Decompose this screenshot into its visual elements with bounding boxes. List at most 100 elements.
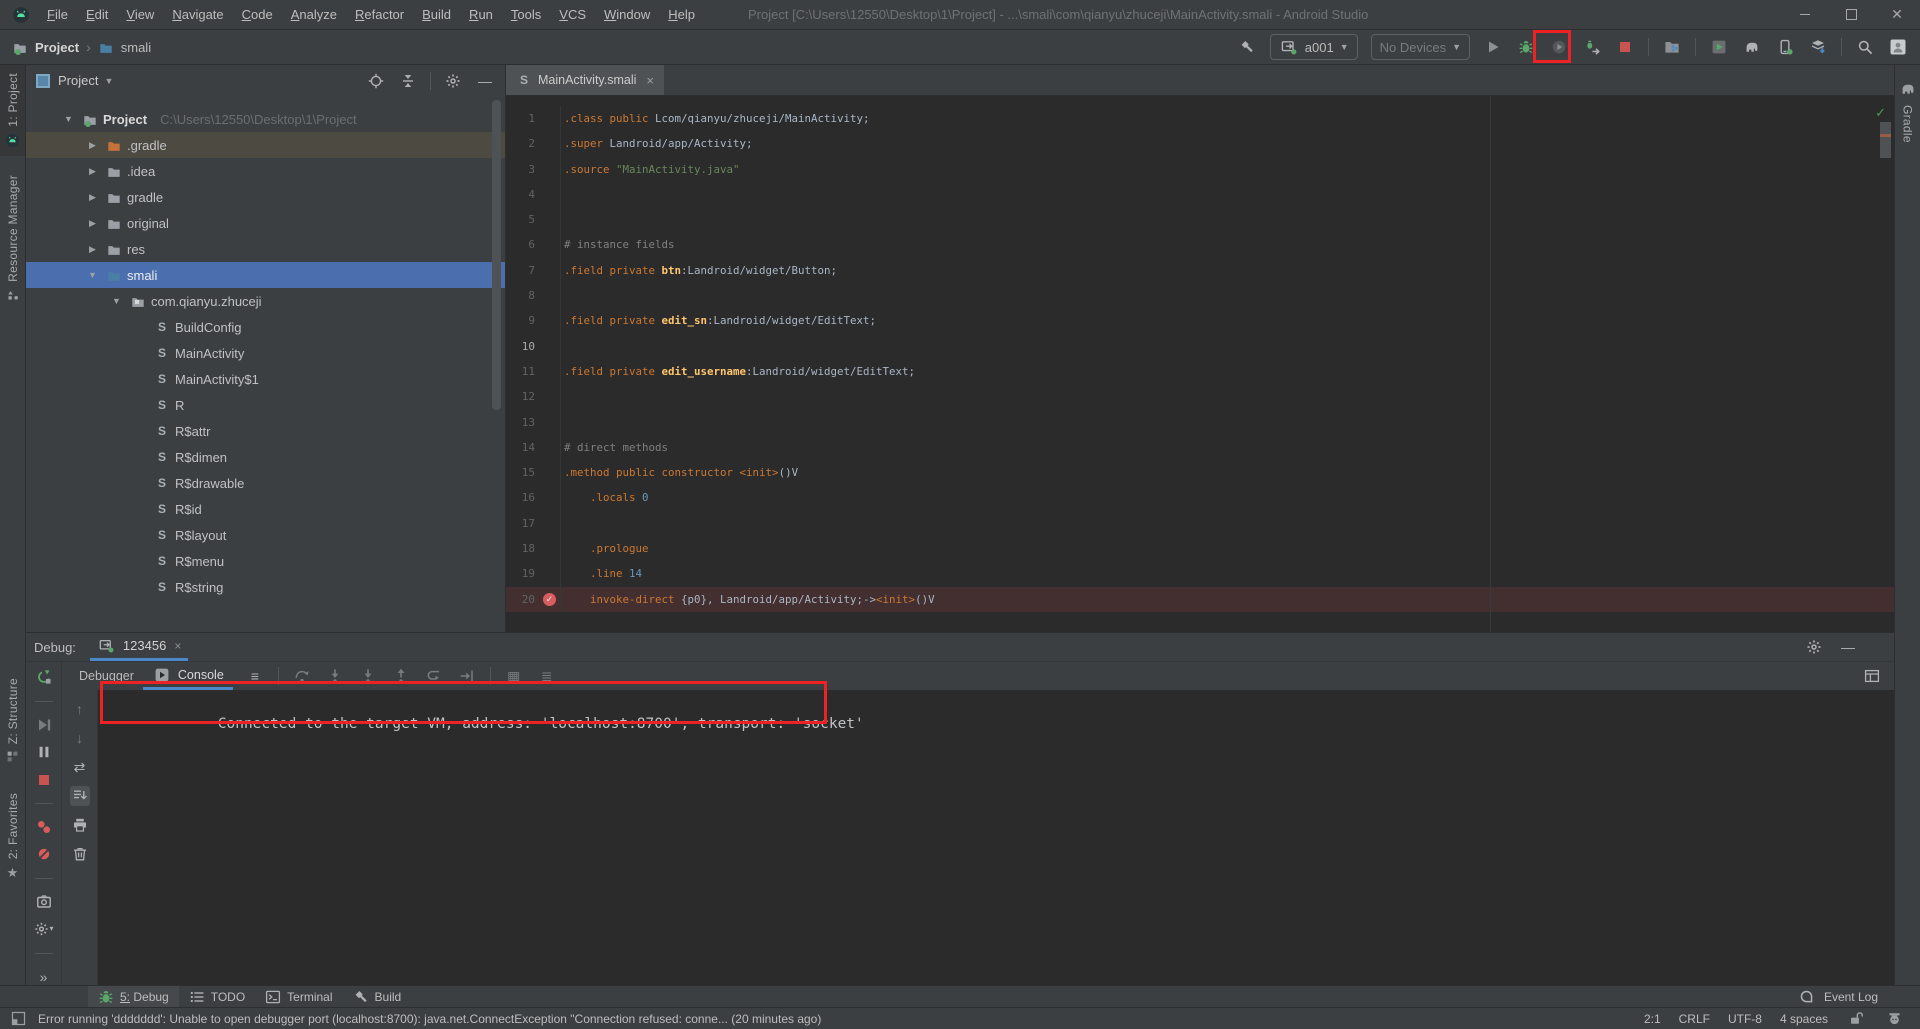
bottom-tab-5-debug[interactable]: 5: Debug — [88, 986, 179, 1007]
line-separator[interactable]: CRLF — [1679, 1012, 1710, 1026]
scroll-to-end-icon[interactable] — [69, 786, 90, 806]
close-session-icon[interactable]: × — [174, 639, 181, 653]
run-emulator-icon[interactable] — [1709, 37, 1729, 57]
soft-wrap-icon[interactable]: ⇄ — [70, 757, 90, 777]
clear-console-icon[interactable] — [70, 844, 90, 864]
tree-item-smali[interactable]: ▼ smali — [26, 262, 505, 288]
tree-item-r-drawable[interactable]: S R$drawable — [26, 470, 505, 496]
gradle-sync-icon[interactable] — [1742, 37, 1762, 57]
gutter[interactable]: 19 — [506, 561, 561, 587]
tab-mainactivity-smali[interactable]: S MainActivity.smali × — [506, 65, 664, 95]
tree-item-r-dimen[interactable]: S R$dimen — [26, 444, 505, 470]
print-icon[interactable] — [70, 815, 90, 835]
gutter[interactable]: 10 — [506, 333, 561, 359]
run-icon[interactable] — [1483, 37, 1503, 57]
pause-icon[interactable] — [34, 744, 54, 761]
tree-item-r-layout[interactable]: S R$layout — [26, 522, 505, 548]
up-stack-icon[interactable]: ↑ — [70, 699, 90, 719]
breakpoint-icon[interactable]: ✓ — [543, 592, 556, 606]
gutter[interactable]: 15 — [506, 460, 561, 486]
event-log-button[interactable]: Event Log — [1797, 987, 1920, 1007]
gutter[interactable]: 2 — [506, 131, 561, 157]
gutter[interactable]: 18 — [506, 536, 561, 562]
tree-item-project[interactable]: ▼ Project C:\Users\12550\Desktop\1\Project — [26, 106, 505, 132]
minimize-button[interactable] — [1782, 0, 1828, 29]
inspection-ok-icon[interactable]: ✓ — [1875, 105, 1886, 121]
tree-item-r-menu[interactable]: S R$menu — [26, 548, 505, 574]
debug-tab-debugger[interactable]: Debugger — [70, 662, 143, 690]
device-selector[interactable]: No Devices ▼ — [1370, 34, 1470, 60]
maximize-button[interactable] — [1828, 0, 1874, 29]
gutter[interactable]: 7 — [506, 257, 561, 284]
tree-item-r[interactable]: SR — [26, 392, 505, 418]
debug-bug-icon[interactable] — [98, 987, 114, 1007]
breadcrumb-project[interactable]: Project — [35, 40, 79, 55]
tree-item-mainactivity-1[interactable]: S MainActivity$1 — [26, 366, 505, 392]
chevron-down-icon[interactable]: ▼ — [104, 76, 113, 86]
menu-vcs[interactable]: VCS — [550, 0, 595, 29]
tree-item-original[interactable]: ▶ original — [26, 210, 505, 236]
indent-setting[interactable]: 4 spaces — [1780, 1012, 1828, 1026]
tree-item-r-string[interactable]: S R$string — [26, 574, 505, 600]
menu-code[interactable]: Code — [233, 0, 282, 29]
gutter[interactable]: 16 — [506, 485, 561, 511]
gutter[interactable]: 9 — [506, 308, 561, 334]
sdk-manager-icon[interactable] — [1808, 37, 1828, 57]
bottom-tab-terminal[interactable]: Terminal — [255, 986, 342, 1007]
sidebar-item-favorites[interactable]: 2: Favorites ★ — [0, 785, 25, 889]
step-over-icon[interactable] — [292, 666, 312, 686]
menu-navigate[interactable]: Navigate — [163, 0, 232, 29]
gutter[interactable]: 12 — [506, 384, 561, 410]
tree-item-mainactivity[interactable]: S MainActivity — [26, 340, 505, 366]
expand-collapse-icon[interactable] — [398, 71, 418, 91]
readonly-lock-icon[interactable] — [1846, 1009, 1866, 1029]
attach-debugger-icon[interactable] — [1582, 37, 1602, 57]
force-step-into-icon[interactable] — [358, 666, 378, 686]
editor-scrollbar[interactable] — [1880, 122, 1891, 158]
gutter[interactable]: 17 — [506, 510, 561, 537]
menu-view[interactable]: View — [117, 0, 163, 29]
menu-run[interactable]: Run — [460, 0, 502, 29]
close-tab-icon[interactable]: × — [646, 73, 654, 88]
search-everywhere-icon[interactable] — [1855, 37, 1875, 57]
gutter[interactable]: 6 — [506, 232, 561, 258]
down-stack-icon[interactable]: ↓ — [70, 728, 90, 748]
sidebar-item-gradle[interactable]: Gradle — [1901, 105, 1915, 143]
drop-frame-icon[interactable] — [424, 666, 444, 686]
debug-settings-gear-icon[interactable] — [34, 921, 54, 938]
stop-debug-icon[interactable] — [34, 771, 54, 788]
profile-icon[interactable] — [1549, 37, 1569, 57]
step-out-icon[interactable] — [391, 666, 411, 686]
more-chevrons-icon[interactable]: » — [34, 968, 54, 985]
status-message[interactable]: Error running 'ddddddd': Unable to open … — [38, 1012, 821, 1026]
close-button[interactable]: ✕ — [1874, 0, 1920, 29]
highlighting-level-icon[interactable] — [1884, 1009, 1904, 1029]
menu-tools[interactable]: Tools — [502, 0, 550, 29]
mute-breakpoints-icon[interactable] — [34, 846, 54, 863]
code-editor[interactable]: 1 .class public Lcom/qianyu/zhuceji/MainA… — [506, 96, 1894, 612]
menu-window[interactable]: Window — [595, 0, 659, 29]
menu-build[interactable]: Build — [413, 0, 460, 29]
tree-item-gradle[interactable]: ▶ gradle — [26, 184, 505, 210]
terminal-icon[interactable] — [265, 987, 281, 1007]
rerun-debug-icon[interactable] — [34, 669, 54, 686]
tree-item-com-qianyu-zhuceji[interactable]: ▼ com.qianyu.zhuceji — [26, 288, 505, 314]
run-to-cursor-icon[interactable] — [457, 666, 477, 686]
gutter[interactable]: 8 — [506, 283, 561, 309]
build-hammer-icon[interactable] — [1237, 37, 1257, 57]
gutter[interactable]: 1 — [506, 106, 561, 132]
menu-refactor[interactable]: Refactor — [346, 0, 413, 29]
breadcrumb-smali[interactable]: smali — [121, 40, 151, 55]
avd-manager-icon[interactable] — [1775, 37, 1795, 57]
tree-item--gradle[interactable]: ▶ .gradle — [26, 132, 505, 158]
debug-session-tab[interactable]: 123456 × — [89, 633, 189, 661]
tree-item-r-id[interactable]: S R$id — [26, 496, 505, 522]
stop-icon[interactable] — [1615, 37, 1635, 57]
menu-help[interactable]: Help — [659, 0, 704, 29]
gutter[interactable]: 11 — [506, 358, 561, 385]
project-tree-scrollbar[interactable] — [492, 100, 501, 410]
user-avatar-icon[interactable] — [1888, 37, 1908, 57]
sidebar-item-project[interactable]: 1: Project — [0, 65, 25, 156]
run-configuration-select[interactable]: a001 ▼ — [1269, 34, 1358, 60]
tree-item-r-attr[interactable]: S R$attr — [26, 418, 505, 444]
